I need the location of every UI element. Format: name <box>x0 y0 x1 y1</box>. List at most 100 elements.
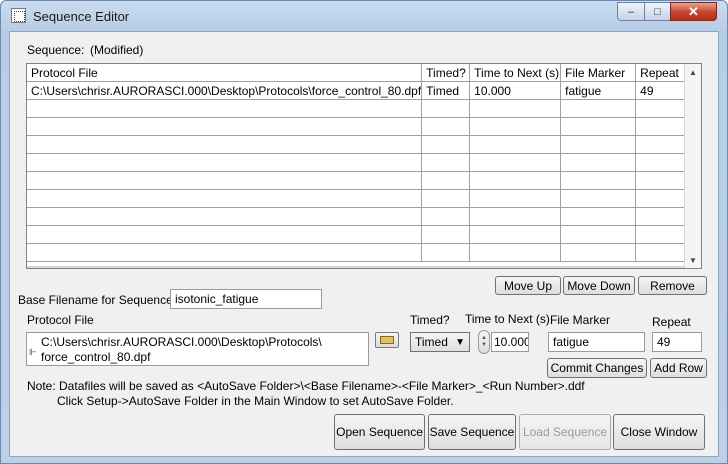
protocol-table-grid: Protocol File Timed? Time to Next (s) File … <box>27 64 688 262</box>
table-cell[interactable] <box>560 135 637 154</box>
save-sequence-button[interactable]: Save Sequence <box>428 414 516 450</box>
window-title: Sequence Editor <box>33 9 130 24</box>
open-sequence-button[interactable]: Open Sequence <box>334 414 425 450</box>
table-cell[interactable] <box>421 207 471 226</box>
table-cell[interactable] <box>27 135 423 154</box>
table-cell[interactable] <box>560 99 637 118</box>
table-cell[interactable] <box>421 243 471 262</box>
table-row-empty[interactable] <box>27 225 688 244</box>
table-cell[interactable] <box>27 243 423 262</box>
table-cell[interactable]: Timed <box>421 81 471 100</box>
scroll-up-icon[interactable]: ▲ <box>685 64 701 80</box>
table-cell[interactable] <box>560 189 637 208</box>
table-cell[interactable] <box>27 207 423 226</box>
maximize-button[interactable]: □ <box>644 2 671 21</box>
note-line-2: Click Setup->AutoSave Folder in the Main… <box>57 394 454 408</box>
table-cell[interactable] <box>421 99 471 118</box>
table-cell[interactable] <box>421 153 471 172</box>
base-filename-input[interactable]: isotonic_fatigue <box>170 289 322 309</box>
table-cell[interactable] <box>27 171 423 190</box>
commit-changes-button[interactable]: Commit Changes <box>547 358 647 378</box>
table-cell[interactable] <box>27 117 423 136</box>
column-header[interactable]: File Marker <box>560 64 637 82</box>
table-cell[interactable] <box>469 171 562 190</box>
table-cell[interactable] <box>635 243 688 262</box>
table-cell[interactable] <box>469 153 562 172</box>
protocol-file-path-field[interactable]: ⊩ C:\Users\chrisr.AURORASCI.000\Desktop\… <box>26 332 369 366</box>
time-to-next-input[interactable]: 10.000 <box>491 332 529 352</box>
move-down-button[interactable]: Move Down <box>563 276 635 295</box>
table-cell[interactable] <box>560 117 637 136</box>
table-row-empty[interactable] <box>27 171 688 190</box>
table-cell[interactable] <box>635 153 688 172</box>
close-window-button[interactable]: Close Window <box>613 414 705 450</box>
path-marker-icon: ⊩ <box>29 347 37 357</box>
add-row-button[interactable]: Add Row <box>650 358 707 378</box>
table-cell[interactable] <box>635 225 688 244</box>
table-cell[interactable] <box>469 243 562 262</box>
table-cell[interactable] <box>421 189 471 208</box>
table-cell[interactable] <box>635 99 688 118</box>
table-row-empty[interactable] <box>27 243 688 262</box>
column-header[interactable]: Timed? <box>421 64 471 82</box>
table-row-empty[interactable] <box>27 135 688 154</box>
table-cell[interactable] <box>421 135 471 154</box>
table-cell[interactable] <box>635 189 688 208</box>
table-cell[interactable] <box>469 207 562 226</box>
table-row-empty[interactable] <box>27 117 688 136</box>
table-horizontal-scrollbar[interactable] <box>27 266 685 268</box>
table-vertical-scrollbar[interactable]: ▲ ▼ <box>684 64 701 268</box>
table-cell[interactable] <box>560 243 637 262</box>
table-cell[interactable] <box>635 135 688 154</box>
table-cell[interactable] <box>469 99 562 118</box>
protocol-table[interactable]: Protocol File Timed? Time to Next (s) File … <box>26 63 702 269</box>
table-cell[interactable] <box>421 171 471 190</box>
minimize-button[interactable]: – <box>617 2 645 21</box>
browse-folder-button[interactable] <box>375 332 399 348</box>
folder-icon <box>380 336 394 344</box>
chevron-down-icon: ▼ <box>455 337 465 348</box>
note-line-1: Note: Datafiles will be saved as <AutoSa… <box>27 379 585 393</box>
table-cell[interactable] <box>27 99 423 118</box>
table-cell[interactable] <box>635 117 688 136</box>
close-window-x-button[interactable]: ✕ <box>670 2 717 21</box>
table-row-empty[interactable] <box>27 99 688 118</box>
table-row-empty[interactable] <box>27 189 688 208</box>
file-marker-input[interactable]: fatigue <box>548 332 645 352</box>
title-bar[interactable]: Sequence Editor – □ ✕ <box>1 1 727 31</box>
table-cell[interactable] <box>469 189 562 208</box>
table-cell[interactable] <box>635 207 688 226</box>
table-cell[interactable]: C:\Users\chrisr.AURORASCI.000\Desktop\Pr… <box>27 81 423 100</box>
table-cell[interactable] <box>560 225 637 244</box>
table-cell[interactable] <box>27 153 423 172</box>
table-cell[interactable] <box>560 207 637 226</box>
table-cell[interactable] <box>560 171 637 190</box>
table-cell[interactable] <box>469 117 562 136</box>
spinner-up-icon[interactable]: ▲ <box>481 335 487 342</box>
table-cell[interactable] <box>635 171 688 190</box>
table-cell[interactable] <box>27 225 423 244</box>
table-cell[interactable] <box>421 117 471 136</box>
timed-dropdown[interactable]: Timed ▼ <box>410 332 470 352</box>
table-row[interactable]: C:\Users\chrisr.AURORASCI.000\Desktop\Pr… <box>27 81 688 100</box>
column-header[interactable]: Time to Next (s) <box>469 64 562 82</box>
table-cell[interactable] <box>469 225 562 244</box>
table-cell[interactable] <box>421 225 471 244</box>
table-row-empty[interactable] <box>27 207 688 226</box>
column-header[interactable]: Repeat <box>635 64 688 82</box>
table-cell[interactable]: fatigue <box>560 81 637 100</box>
move-up-button[interactable]: Move Up <box>495 276 561 295</box>
repeat-input[interactable]: 49 <box>652 332 702 352</box>
table-cell[interactable] <box>469 135 562 154</box>
remove-button[interactable]: Remove <box>638 276 707 295</box>
base-filename-label: Base Filename for Sequence <box>18 293 173 307</box>
column-header[interactable]: Protocol File <box>27 64 423 82</box>
time-spinner-control[interactable]: ▲ ▼ <box>478 330 490 354</box>
spinner-down-icon[interactable]: ▼ <box>481 342 487 349</box>
table-cell[interactable]: 49 <box>635 81 688 100</box>
table-cell[interactable] <box>27 189 423 208</box>
table-cell[interactable]: 10.000 <box>469 81 562 100</box>
scroll-down-icon[interactable]: ▼ <box>685 252 701 268</box>
table-row-empty[interactable] <box>27 153 688 172</box>
table-cell[interactable] <box>560 153 637 172</box>
